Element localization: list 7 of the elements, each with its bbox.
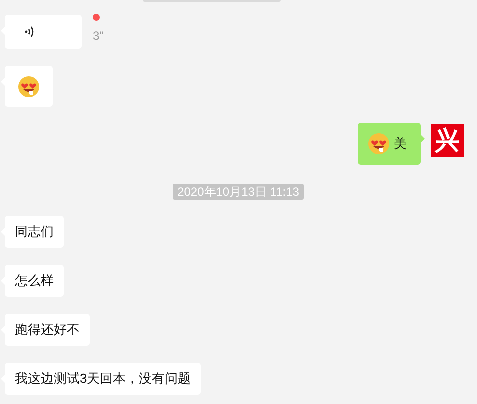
heart-eyes-emoji-icon bbox=[18, 76, 40, 98]
timestamp: 2020年10月13日 11:13 bbox=[172, 184, 304, 200]
voice-wave-icon bbox=[25, 26, 35, 38]
message-text: 美 bbox=[394, 135, 407, 153]
heart-eyes-emoji-icon bbox=[368, 133, 390, 155]
user-avatar[interactable]: 兴 bbox=[431, 124, 464, 157]
voice-duration: 3" bbox=[93, 29, 104, 43]
